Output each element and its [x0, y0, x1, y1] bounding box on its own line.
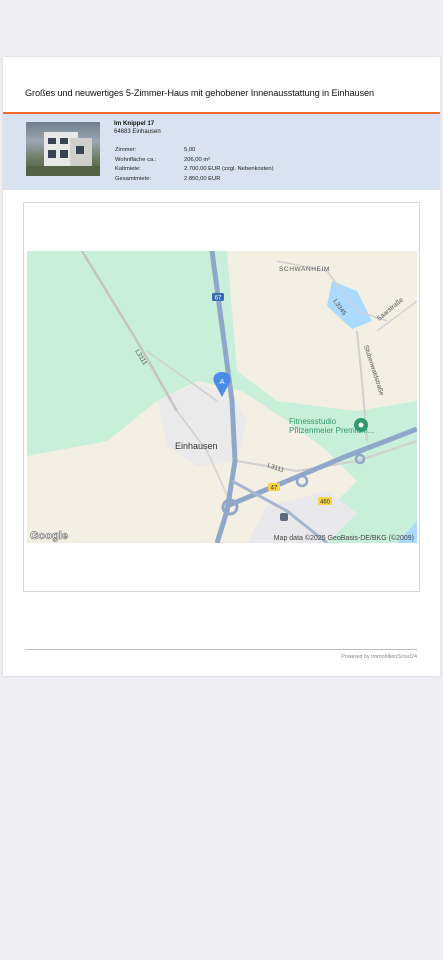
photo-window [60, 138, 68, 144]
fact-value: 206,00 m² [184, 156, 211, 163]
road-shield-label: 47 [271, 486, 278, 492]
footer-divider [25, 649, 417, 650]
photo-window [48, 138, 56, 144]
map-label-einhausen: Einhausen [175, 441, 218, 451]
property-photo [26, 122, 100, 176]
road-shield-label: 460 [320, 500, 331, 506]
location-marker-label: A [219, 377, 224, 386]
poi-label: Fitnessstudio [289, 417, 337, 426]
fact-label: Zimmer: [115, 147, 137, 153]
photo-window [60, 150, 68, 158]
photo-window [76, 146, 84, 154]
fact-value: 2.700,00 EUR (zzgl. Nebenkosten) [184, 166, 274, 173]
map-attribution: Map data ©2025 GeoBasis-DE/BKG (©2009) [274, 534, 414, 542]
fact-value: 2.850,00 EUR [184, 175, 221, 182]
fact-label: Gesamtmiete: [115, 175, 152, 182]
listing-title: Großes und neuwertiges 5-Zimmer-Haus mit… [25, 88, 374, 98]
poi-icon-dot [358, 422, 364, 428]
address-street: Im Knippel 17 [114, 120, 155, 127]
photo-window [48, 150, 56, 158]
address-city: 64683 Einhausen [114, 129, 161, 135]
bus-stop-icon [280, 513, 288, 521]
map-label-schwanheim: SCHWANHEIM [279, 266, 330, 273]
location-map[interactable]: 67 47 460 SCHWANHEIM L3345 Saarstraße St… [27, 251, 417, 543]
fact-label: Wohnfläche ca.: [115, 156, 157, 163]
map-canvas[interactable]: 67 47 460 SCHWANHEIM L3345 Saarstraße St… [27, 251, 417, 543]
google-logo: Google [30, 530, 68, 542]
motorway-shield-label: 67 [215, 296, 222, 302]
map-frame: 67 47 460 SCHWANHEIM L3345 Saarstraße St… [23, 202, 420, 592]
fact-label: Kaltmiete: [115, 166, 141, 173]
listing-summary: Im Knippel 17 64683 Einhausen Zimmer: 5,… [3, 114, 440, 190]
photo-ground [26, 166, 100, 176]
fact-value: 5,00 [184, 147, 196, 153]
powered-by: Powered by ImmobilienScout24 [341, 654, 417, 660]
expose-page: Großes und neuwertiges 5-Zimmer-Haus mit… [3, 57, 440, 676]
